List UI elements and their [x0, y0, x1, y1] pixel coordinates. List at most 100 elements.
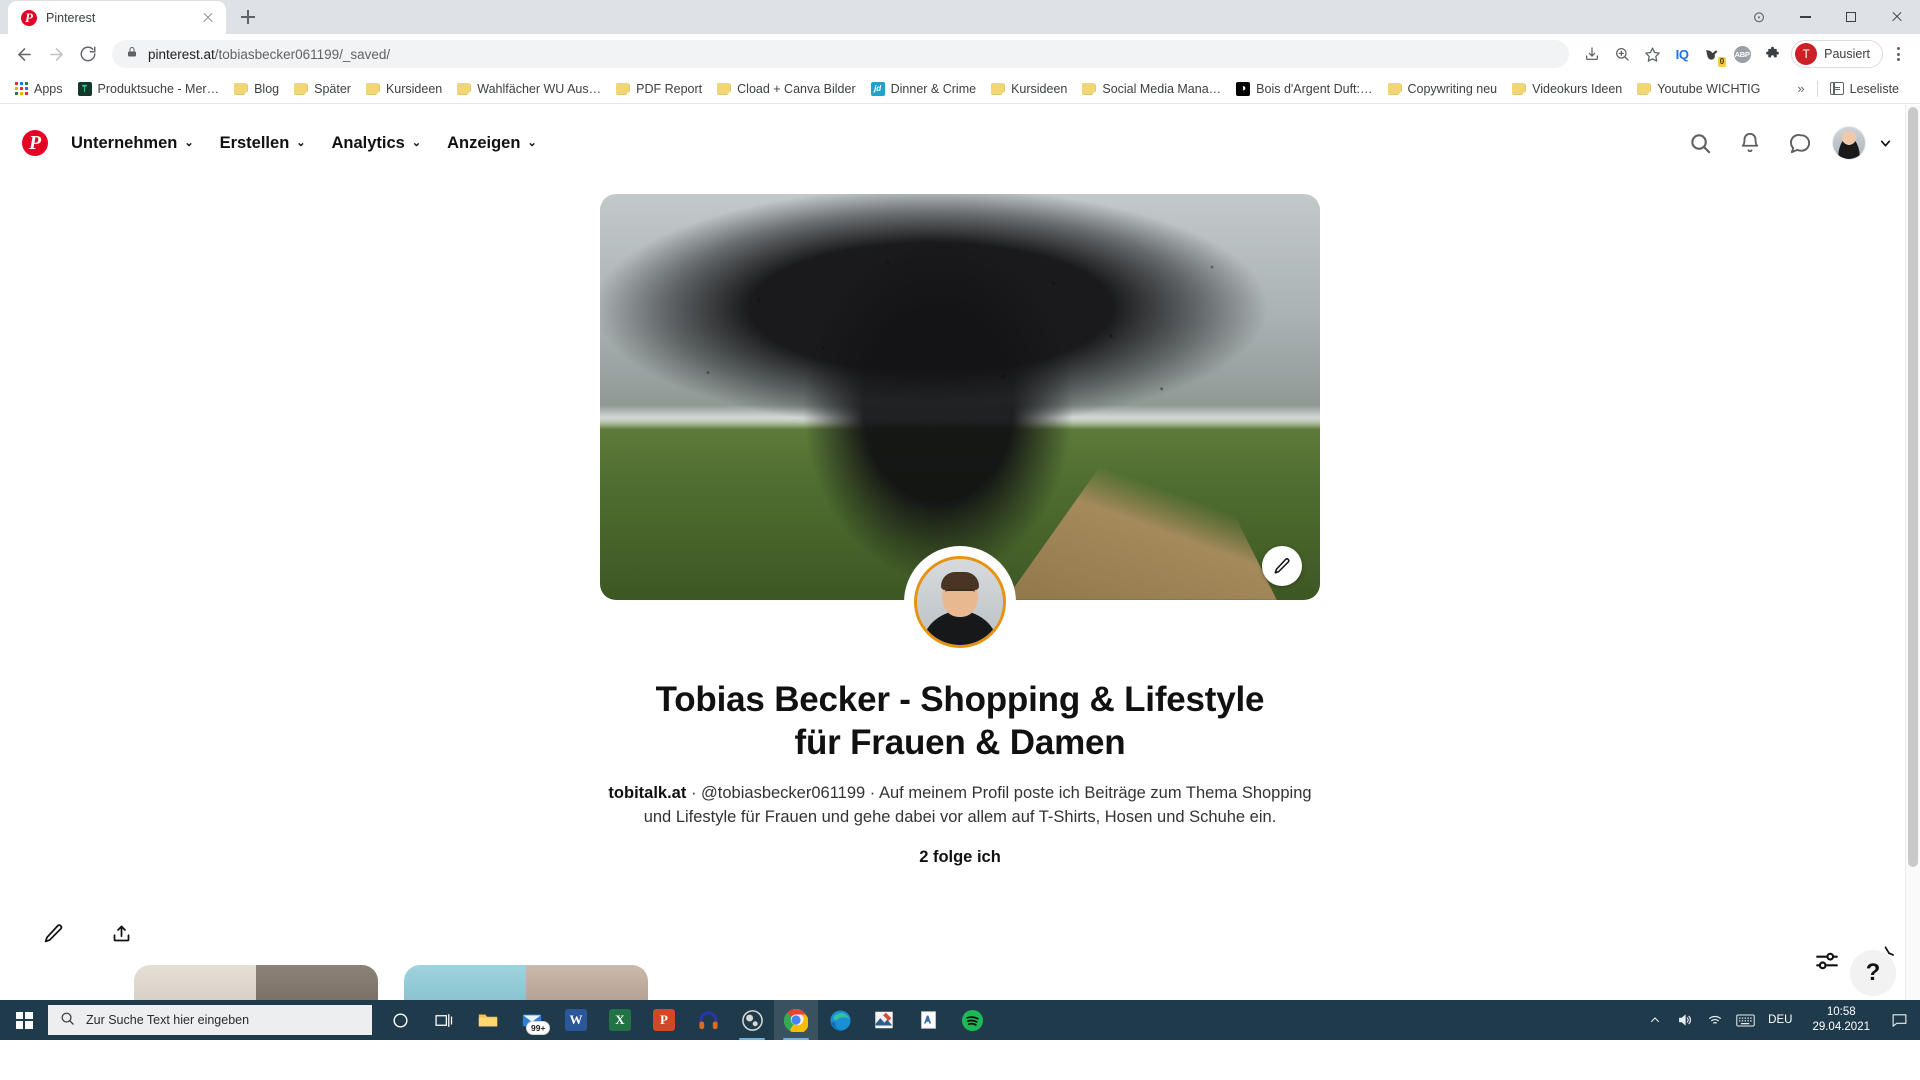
help-label: ?: [1865, 959, 1881, 986]
bookmark-label: Kursideen: [385, 81, 443, 96]
reload-icon[interactable]: [73, 39, 103, 69]
share-upload-icon[interactable]: [102, 915, 140, 953]
header-actions: [1678, 121, 1898, 165]
task-view-icon[interactable]: [422, 1000, 466, 1040]
new-tab-button[interactable]: [234, 3, 262, 31]
page-scrollbar[interactable]: ▼: [1905, 105, 1920, 1040]
profile-website[interactable]: tobitalk.at: [608, 784, 686, 802]
mail-icon[interactable]: 99+: [510, 1000, 554, 1040]
spotify-icon[interactable]: [950, 1000, 994, 1040]
messages-icon[interactable]: [1778, 121, 1822, 165]
photo-editor-icon[interactable]: [862, 1000, 906, 1040]
taskbar-search-input[interactable]: Zur Suche Text hier eingeben: [48, 1005, 372, 1035]
bookmark-blog[interactable]: Blog: [227, 79, 286, 99]
audio-app-icon[interactable]: [686, 1000, 730, 1040]
site-favicon: jd: [870, 81, 885, 96]
nav-anzeigen[interactable]: Anzeigen ⌄: [434, 125, 550, 162]
bookmark-label: Apps: [34, 81, 63, 96]
maximize-button[interactable]: [1828, 1, 1874, 33]
chevron-down-icon: ⌄: [411, 136, 422, 149]
chevron-down-icon: ⌄: [184, 136, 194, 149]
bookmark-wahlfaecher[interactable]: Wahlfächer WU Aus…: [450, 79, 608, 99]
profile-avatar-image[interactable]: [904, 546, 1016, 658]
nav-label: Analytics: [331, 133, 405, 152]
close-button[interactable]: [1874, 1, 1920, 33]
nav-analytics[interactable]: Analytics ⌄: [319, 125, 435, 162]
bookmark-kursideen-2[interactable]: Kursideen: [984, 79, 1074, 99]
iq-extension-icon[interactable]: IQ: [1668, 40, 1696, 68]
bookmarks-overflow-area: » Leseliste: [1797, 79, 1912, 99]
bookmark-label: Bois d'Argent Duft:…: [1256, 81, 1373, 96]
file-explorer-icon[interactable]: [466, 1000, 510, 1040]
forward-arrow-icon[interactable]: [41, 39, 71, 69]
following-count[interactable]: 2 folge ich: [919, 848, 1001, 867]
chevron-double-right-icon[interactable]: »: [1797, 81, 1804, 96]
bookmark-label: PDF Report: [636, 81, 703, 96]
search-icon[interactable]: [1678, 121, 1722, 165]
scrollbar-thumb[interactable]: [1908, 107, 1918, 867]
account-avatar[interactable]: [1832, 126, 1866, 160]
pinterest-logo-icon[interactable]: P: [22, 130, 48, 156]
powerpoint-icon[interactable]: P: [642, 1000, 686, 1040]
bookmark-youtube-wichtig[interactable]: Youtube WICHTIG: [1630, 79, 1767, 99]
chrome-profile-button[interactable]: T Pausiert: [1791, 40, 1883, 68]
folder-icon: [1637, 82, 1652, 95]
extensions-puzzle-icon[interactable]: [1758, 40, 1786, 68]
word-icon[interactable]: W: [554, 1000, 598, 1040]
nav-unternehmen[interactable]: Unternehmen ⌄: [58, 125, 207, 162]
tune-sliders-icon[interactable]: [1814, 948, 1840, 974]
bookmark-videokurs[interactable]: Videokurs Ideen: [1505, 79, 1629, 99]
clock[interactable]: 10:58 29.04.2021: [1800, 1005, 1882, 1035]
notifications-bell-icon[interactable]: [1728, 121, 1772, 165]
record-dot-icon[interactable]: ⊙: [1736, 1, 1782, 33]
install-page-icon[interactable]: [1578, 40, 1606, 68]
cortana-circle-icon[interactable]: [378, 1000, 422, 1040]
reading-list-button[interactable]: Leseliste: [1829, 79, 1906, 99]
adblock-plus-icon[interactable]: ABP: [1728, 40, 1756, 68]
bookmark-pdf-report[interactable]: PDF Report: [609, 79, 709, 99]
window-controls: ⊙: [1736, 0, 1920, 34]
language-indicator[interactable]: DEU: [1760, 1014, 1800, 1026]
keyboard-icon[interactable]: [1730, 1000, 1760, 1040]
edit-cover-button[interactable]: [1262, 546, 1302, 586]
close-icon[interactable]: [200, 10, 216, 26]
chevron-up-icon[interactable]: [1640, 1000, 1670, 1040]
browser-tab[interactable]: P Pinterest: [8, 1, 226, 34]
bookmark-star-icon[interactable]: [1638, 40, 1666, 68]
floating-tools: ?: [1814, 946, 1896, 996]
bookmark-bois-dargent[interactable]: ◑ Bois d'Argent Duft:…: [1229, 79, 1379, 99]
zoom-icon[interactable]: [1608, 40, 1636, 68]
speaker-icon[interactable]: [1670, 1000, 1700, 1040]
back-arrow-icon[interactable]: [9, 39, 39, 69]
windows-start-icon[interactable]: [0, 1000, 48, 1040]
notepad-icon[interactable]: [906, 1000, 950, 1040]
bookmark-spaeter[interactable]: Später: [287, 79, 358, 99]
separator: ·: [869, 783, 876, 802]
edit-pencil-icon[interactable]: [34, 915, 72, 953]
folder-icon: [1387, 82, 1402, 95]
minimize-button[interactable]: [1782, 1, 1828, 33]
help-tick-icon: [1882, 938, 1896, 956]
kebab-menu-icon[interactable]: [1885, 40, 1911, 68]
help-button[interactable]: ?: [1850, 946, 1896, 996]
bookmark-cload-canva[interactable]: Cload + Canva Bilder: [710, 79, 862, 99]
microsoft-edge-icon[interactable]: [818, 1000, 862, 1040]
pinterest-icon: P: [21, 9, 37, 26]
bookmark-dinner-crime[interactable]: jd Dinner & Crime: [864, 79, 983, 99]
excel-icon[interactable]: X: [598, 1000, 642, 1040]
address-bar[interactable]: pinterest.at/tobiasbecker061199/_saved/: [112, 40, 1570, 68]
reading-list-label: Leseliste: [1849, 81, 1899, 96]
action-center-icon[interactable]: [1882, 1000, 1916, 1040]
bookmark-apps[interactable]: Apps: [8, 79, 70, 99]
bookmark-produktsuche[interactable]: Produktsuche - Mer…: [71, 79, 227, 99]
obs-studio-icon[interactable]: [730, 1000, 774, 1040]
wifi-icon[interactable]: [1700, 1000, 1730, 1040]
bird-extension-icon[interactable]: 0: [1698, 40, 1727, 68]
bookmark-kursideen-1[interactable]: Kursideen: [359, 79, 449, 99]
bookmark-social-media[interactable]: Social Media Mana…: [1075, 79, 1228, 99]
google-chrome-icon[interactable]: [774, 1000, 818, 1040]
chevron-down-icon[interactable]: [1872, 121, 1898, 165]
bookmark-copywriting[interactable]: Copywriting neu: [1381, 79, 1505, 99]
browser-toolbar: pinterest.at/tobiasbecker061199/_saved/ …: [0, 34, 1920, 74]
nav-erstellen[interactable]: Erstellen ⌄: [207, 125, 319, 162]
